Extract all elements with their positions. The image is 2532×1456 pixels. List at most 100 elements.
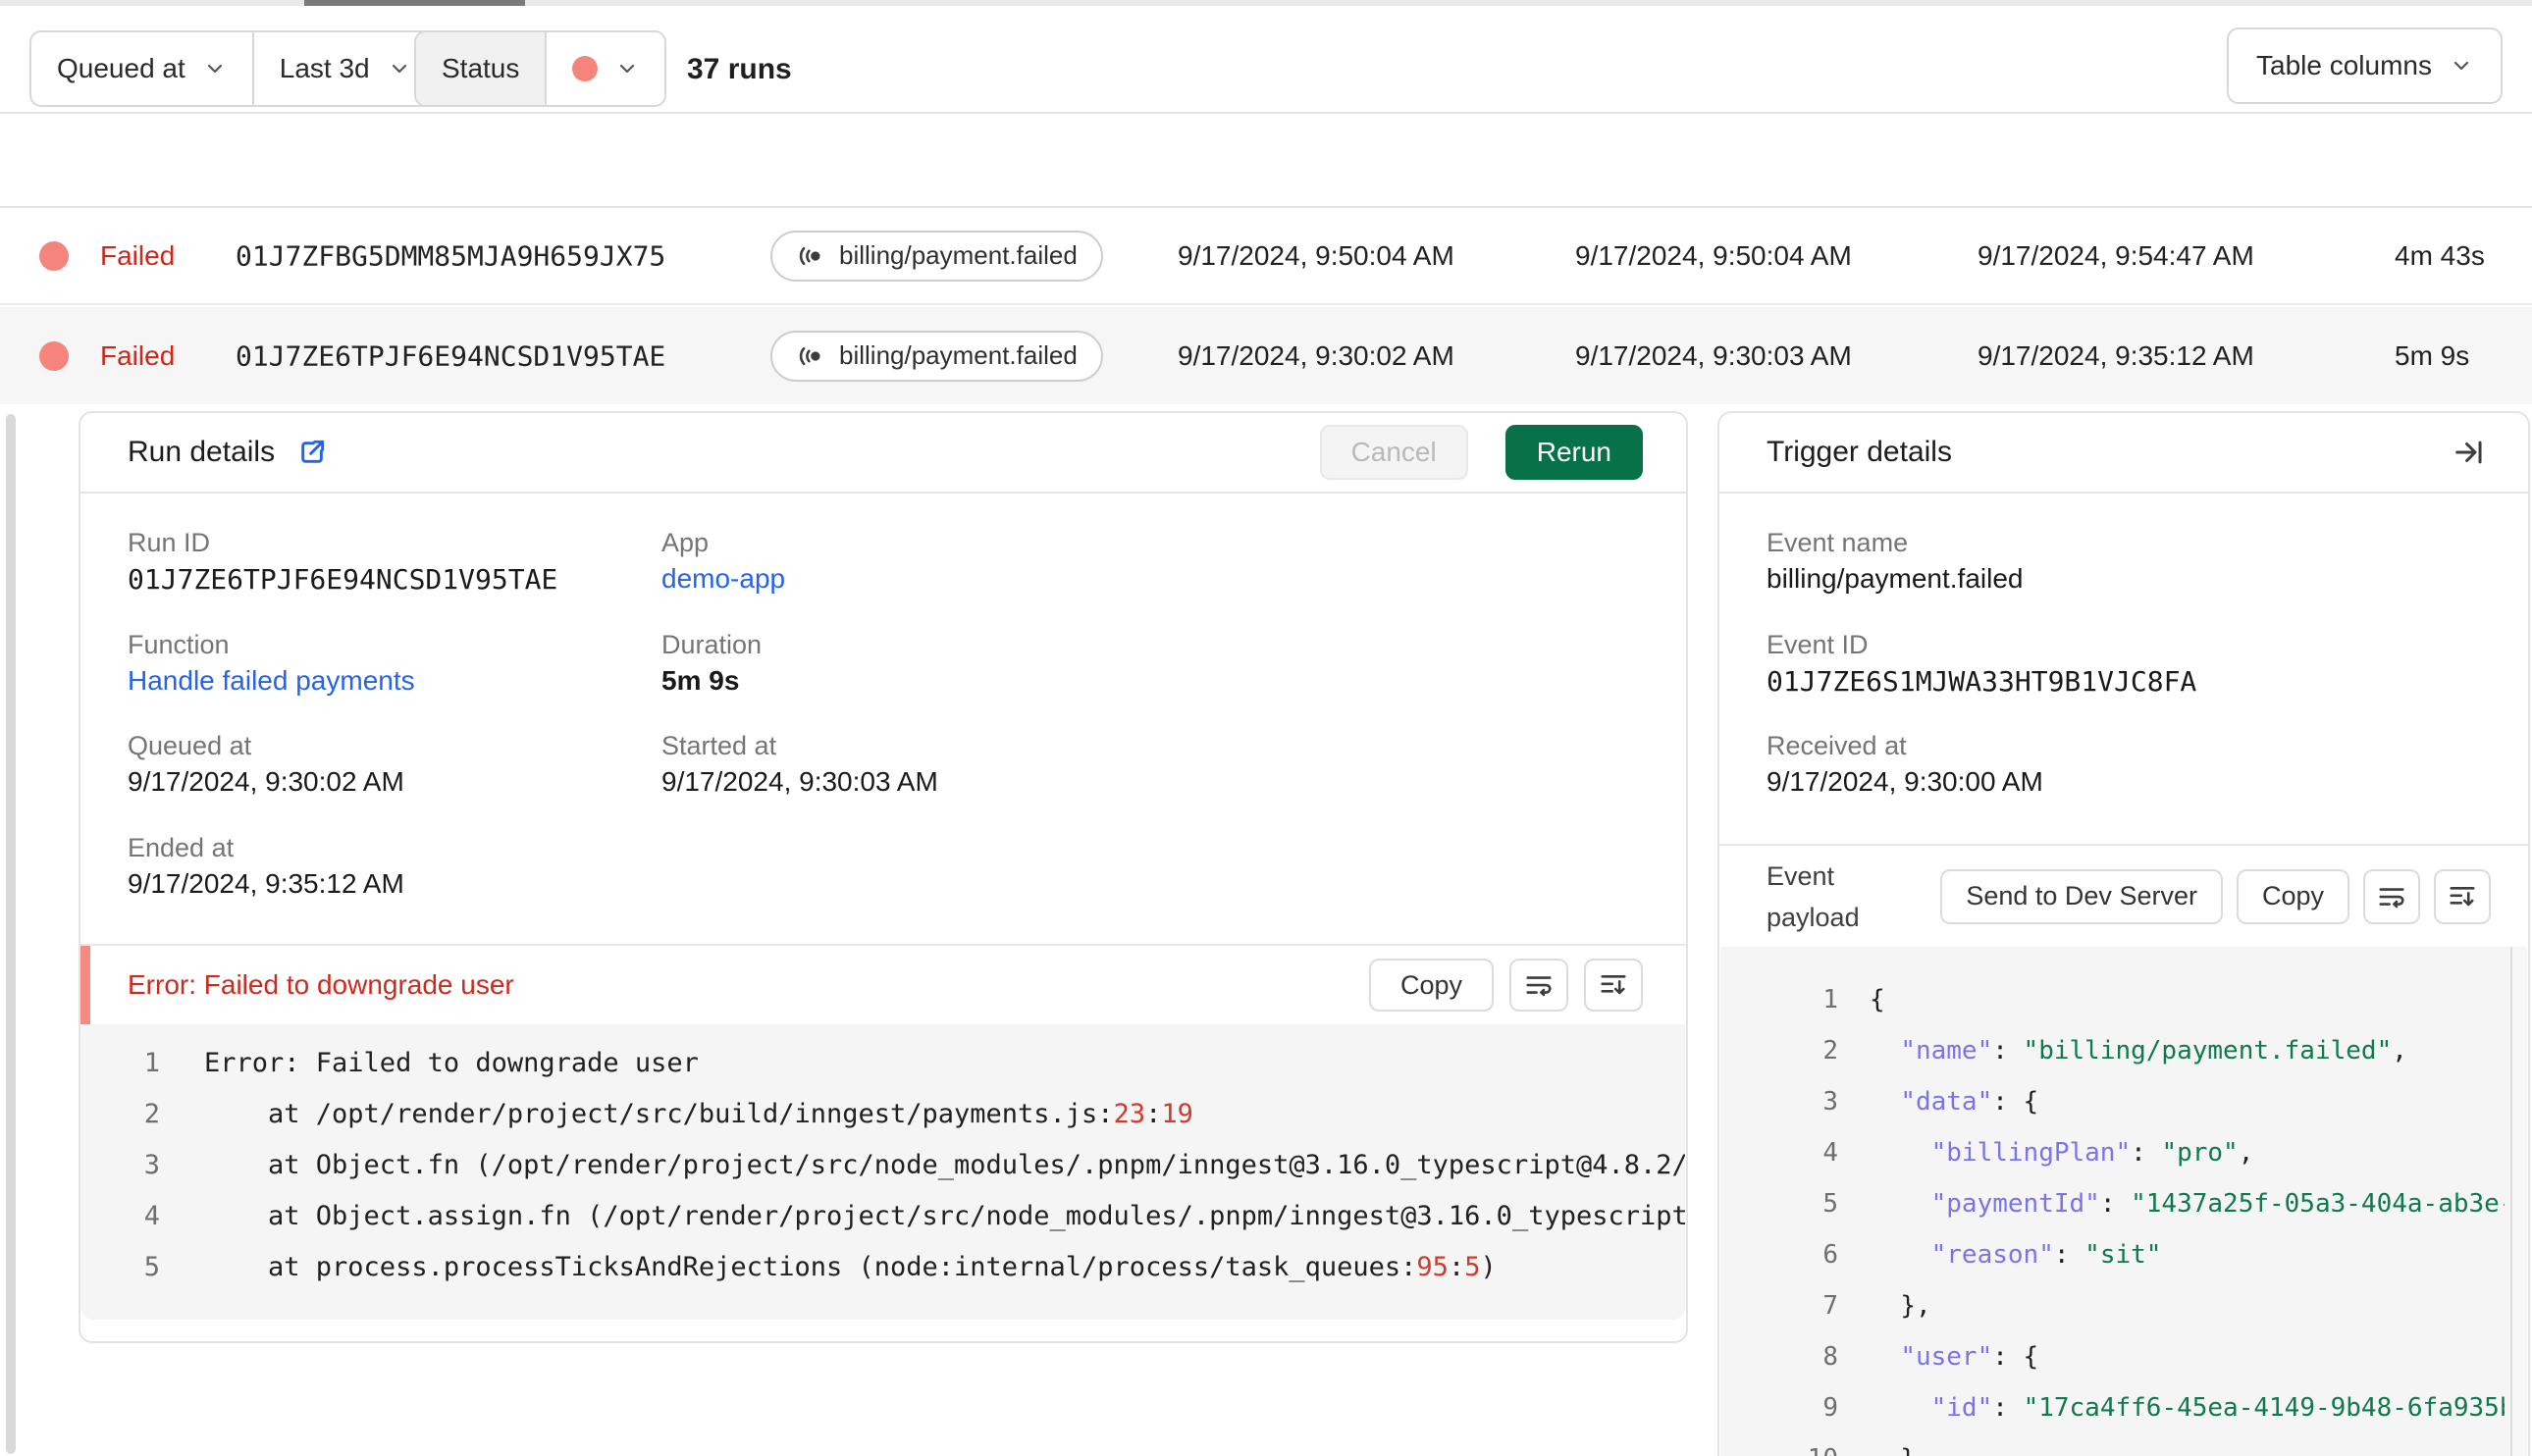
code-line: 2 at /opt/render/project/src/build/innge… [81,1089,1685,1140]
code-line: 2 "name": "billing/payment.failed", [1720,1025,2505,1076]
event-id-value: 01J7ZE6S1MJWA33HT9B1VJC8FA [1767,665,2197,698]
line-number: 3 [1822,1087,1838,1117]
trigger-details-card: Trigger details Event name billing/payme… [1717,411,2530,1456]
code-line: 1 { [1720,974,2505,1025]
line-number: 5 [1822,1189,1838,1219]
drawer-scrollbar[interactable] [6,414,16,1454]
run-details-drawer: Run details Cancel Rerun Run ID 01J7ZE6T… [0,404,2532,1456]
line-number: 1 [143,1048,160,1078]
runs-page: Queued at Last 3d Status 37 runs Table c… [0,0,2532,1456]
ended-at-value: 9/17/2024, 9:35:12 AM [1978,339,2254,371]
collapse-panel-icon[interactable] [2452,436,2485,469]
event-name-label: Event name [1767,528,1909,557]
run-details-card: Run details Cancel Rerun Run ID 01J7ZE6T… [79,411,1688,1343]
wrap-text-button[interactable] [2363,868,2420,924]
code-line: 8 "user": { [1720,1331,2505,1382]
ended-at-label: Ended at [128,833,235,862]
code-line-text: "paymentId": "1437a25f-05a3-404a-ab3e-d4… [1930,1189,2505,1219]
chevron-down-icon [620,64,635,74]
table-columns-button[interactable]: Table columns [2227,27,2503,104]
duration-value: 5m 9s [2395,339,2470,371]
timeframe-label: Last 3d [279,53,370,83]
code-line-text: { [1870,985,1885,1014]
status-filter-value-dropdown[interactable] [545,32,664,105]
stack-trace-code-block: 1 Error: Failed to downgrade user 2 at /… [81,1024,1685,1320]
wrap-text-icon [2379,887,2404,908]
started-at-value: 9/17/2024, 9:30:03 AM [1575,339,1852,371]
status-label: Failed [100,239,176,271]
status-filter-label-segment[interactable]: Status [416,32,546,105]
rerun-button[interactable]: Rerun [1504,425,1643,480]
run-id: 01J7ZE6TPJF6E94NCSD1V95TAE [236,339,666,372]
code-line-text: "id": "17ca4ff6-45ea-4149-9b48-6fa935b83… [1930,1393,2505,1423]
queued-at-value: 9/17/2024, 9:30:02 AM [1178,339,1454,371]
started-at-value: 9/17/2024, 9:30:03 AM [661,766,938,797]
code-line-text: "billingPlan": "pro", [1930,1138,2254,1168]
code-line: 10 } [1720,1433,2505,1456]
time-filter-group: Queued at Last 3d [29,30,439,107]
code-line: 5 at process.processTicksAndRejections (… [81,1242,1685,1293]
trigger-badge[interactable]: billing/payment.failed [770,330,1103,382]
event-pulse-icon [799,346,820,365]
duration-label: Duration [661,630,763,659]
error-title: Error: Failed to downgrade user [128,969,514,1000]
table-row-selected[interactable]: Failed 01J7ZE6TPJF6E94NCSD1V95TAE billin… [0,307,2532,404]
code-line-text: } [1870,1433,1916,1456]
trigger-details-header: Trigger details [1719,413,2528,494]
run-status: Failed [39,240,175,272]
queued-at-value: 9/17/2024, 9:30:02 AM [128,766,404,797]
table-row[interactable]: Failed 01J7ZFBG5DMM85MJA9H659JX75 billin… [0,208,2532,305]
payload-scrollbar-track[interactable] [2512,947,2527,1456]
code-line-text: Error: Failed to downgrade user [204,1048,699,1078]
function-link[interactable]: Handle failed payments [128,665,415,697]
copy-button[interactable]: Copy [1368,959,1494,1012]
cancel-button[interactable]: Cancel [1319,425,1468,480]
line-number: 3 [143,1150,160,1180]
copy-button[interactable]: Copy [2236,868,2349,924]
wrap-text-button[interactable] [1509,959,1568,1012]
trigger-details-title: Trigger details [1767,436,1952,468]
line-number: 9 [1822,1393,1838,1423]
code-line-text: at /opt/render/project/src/build/inngest… [204,1099,1193,1129]
run-status: Failed [39,340,175,372]
code-line-text: "data": { [1900,1087,2039,1117]
queued-at-label: Queued at [128,731,252,760]
code-line-text: "reason": "sit" [1930,1240,2162,1270]
send-to-dev-server-button[interactable]: Send to Dev Server [1940,868,2223,924]
external-link-icon[interactable] [296,437,328,468]
code-line-text: }, [1900,1291,1931,1321]
event-payload-label: Event payload [1767,860,1860,932]
wrap-text-icon [1526,976,1552,997]
code-line: 9 "id": "17ca4ff6-45ea-4149-9b48-6fa935b… [1720,1382,2505,1433]
status-label: Failed [100,339,176,371]
code-line-text: "user": { [1900,1342,2039,1372]
line-number: 2 [143,1099,160,1129]
scroll-to-bottom-button[interactable] [1584,959,1643,1012]
trigger-badge-label: billing/payment.failed [839,240,1078,270]
event-payload-actions: Send to Dev Server Copy [1940,868,2491,924]
scroll-to-bottom-icon [1601,974,1626,995]
trigger-cell: billing/payment.failed [770,330,1103,382]
status-filter-group: Status [414,30,667,107]
chevron-down-icon [392,64,406,74]
event-payload-header: Event payload Send to Dev Server Copy [1719,844,2528,947]
event-id-label: Event ID [1767,630,1869,659]
trigger-badge[interactable]: billing/payment.failed [770,230,1103,282]
event-pulse-icon [799,246,820,265]
scroll-to-bottom-button[interactable] [2434,868,2491,924]
table-columns-label: Table columns [2256,50,2432,80]
line-number: 6 [1822,1240,1838,1270]
line-number: 4 [1822,1138,1838,1168]
time-field-dropdown[interactable]: Queued at [31,32,252,105]
runs-count: 37 runs [687,53,792,85]
filters-toolbar: Queued at Last 3d Status 37 runs Table c… [0,6,2532,114]
app-link[interactable]: demo-app [661,563,785,595]
code-line-text: at Object.fn (/opt/render/project/src/no… [204,1150,1685,1180]
run-details-header: Run details Cancel Rerun [80,413,1686,494]
run-id-label: Run ID [128,528,211,557]
timeframe-dropdown[interactable]: Last 3d [251,32,437,105]
code-line: 1 Error: Failed to downgrade user [81,1038,1685,1089]
line-number: 10 [1720,1433,1838,1456]
payload-lines: 1 { 2 "name": "billing/payment.failed", … [1720,974,2505,1456]
received-at-label: Received at [1767,731,1907,760]
